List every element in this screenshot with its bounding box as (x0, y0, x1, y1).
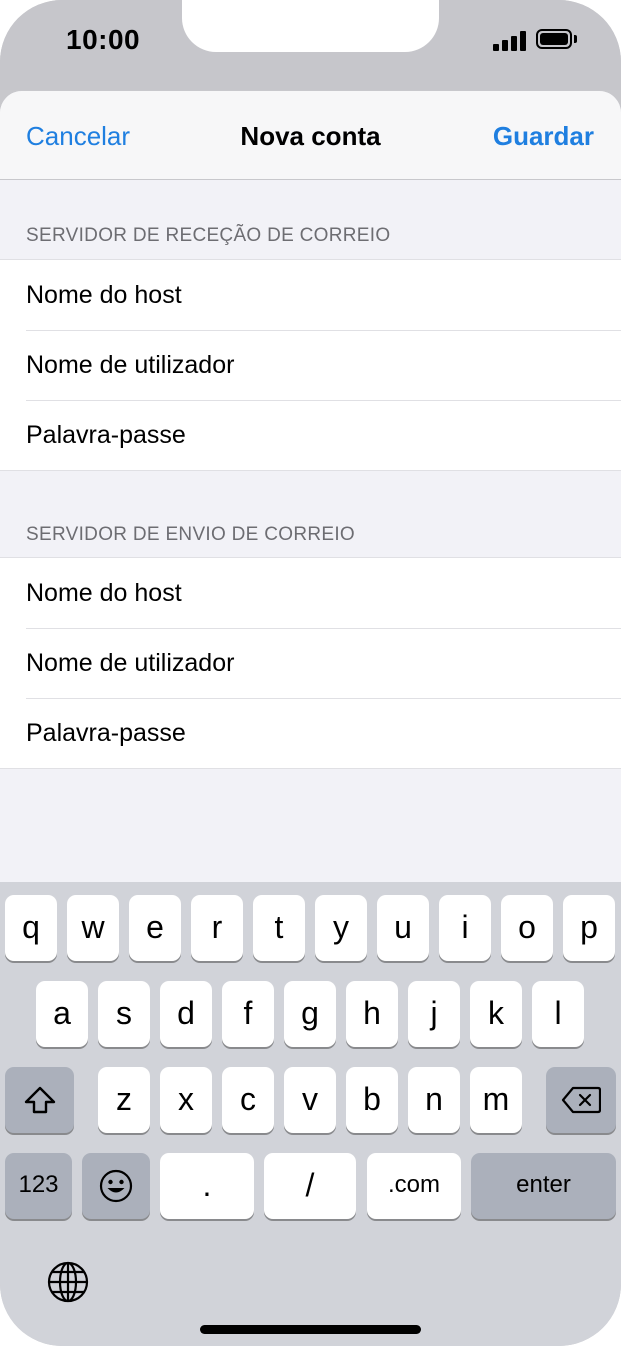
save-button[interactable]: Guardar (493, 121, 594, 152)
slash-key[interactable]: / (264, 1153, 356, 1219)
delete-key[interactable] (546, 1067, 616, 1133)
outgoing-section-header: SERVIDOR DE ENVIO DE CORREIO (26, 524, 355, 545)
key-i[interactable]: i (439, 895, 491, 961)
key-z[interactable]: z (98, 1067, 150, 1133)
incoming-username-field[interactable]: Nome de utilizador (0, 330, 621, 400)
dotcom-key[interactable]: .com (367, 1153, 461, 1219)
status-bar: 10:00 (0, 0, 621, 90)
status-time: 10:00 (66, 24, 141, 55)
key-x[interactable]: x (160, 1067, 212, 1133)
incoming-server-group: Nome do host Nome de utilizador Palavra-… (0, 259, 621, 471)
key-r[interactable]: r (191, 895, 243, 961)
key-n[interactable]: n (408, 1067, 460, 1133)
incoming-hostname-field[interactable]: Nome do host (0, 260, 621, 330)
outgoing-username-field[interactable]: Nome de utilizador (0, 628, 621, 698)
home-indicator (200, 1325, 421, 1334)
incoming-section-header: SERVIDOR DE RECEÇÃO DE CORREIO (26, 225, 391, 246)
outgoing-server-group: Nome do host Nome de utilizador Palavra-… (0, 557, 621, 769)
key-t[interactable]: t (253, 895, 305, 961)
key-f[interactable]: f (222, 981, 274, 1047)
new-account-sheet: Cancelar Nova conta Guardar SERVIDOR DE … (0, 91, 621, 883)
key-w[interactable]: w (67, 895, 119, 961)
nav-bar: Cancelar Nova conta Guardar (0, 91, 621, 180)
emoji-key[interactable] (82, 1153, 150, 1219)
battery-tip (574, 35, 577, 43)
numbers-key[interactable]: 123 (5, 1153, 72, 1219)
delete-icon (561, 1086, 602, 1114)
battery-icon (536, 29, 572, 49)
key-j[interactable]: j (408, 981, 460, 1047)
enter-key[interactable]: enter (471, 1153, 616, 1219)
key-v[interactable]: v (284, 1067, 336, 1133)
key-c[interactable]: c (222, 1067, 274, 1133)
key-l[interactable]: l (532, 981, 584, 1047)
key-q[interactable]: q (5, 895, 57, 961)
keyboard: q w e r t y u i o p a s d f g h j k l z … (0, 882, 621, 1346)
key-k[interactable]: k (470, 981, 522, 1047)
key-a[interactable]: a (36, 981, 88, 1047)
phone-screen: 10:00 Cancelar Nova conta Guardar SERVID… (0, 0, 621, 1346)
key-u[interactable]: u (377, 895, 429, 961)
incoming-password-field[interactable]: Palavra-passe (0, 400, 621, 470)
key-m[interactable]: m (470, 1067, 522, 1133)
key-y[interactable]: y (315, 895, 367, 961)
key-e[interactable]: e (129, 895, 181, 961)
shift-key[interactable] (5, 1067, 74, 1133)
outgoing-password-field[interactable]: Palavra-passe (0, 698, 621, 768)
emoji-icon (99, 1169, 133, 1203)
key-h[interactable]: h (346, 981, 398, 1047)
key-p[interactable]: p (563, 895, 615, 961)
notch (182, 0, 439, 52)
shift-icon (24, 1086, 55, 1114)
key-b[interactable]: b (346, 1067, 398, 1133)
dot-key[interactable]: . (160, 1153, 254, 1219)
key-o[interactable]: o (501, 895, 553, 961)
outgoing-hostname-field[interactable]: Nome do host (0, 558, 621, 628)
key-s[interactable]: s (98, 981, 150, 1047)
signal-icon (493, 31, 527, 51)
key-d[interactable]: d (160, 981, 212, 1047)
globe-icon[interactable] (46, 1260, 90, 1304)
key-g[interactable]: g (284, 981, 336, 1047)
